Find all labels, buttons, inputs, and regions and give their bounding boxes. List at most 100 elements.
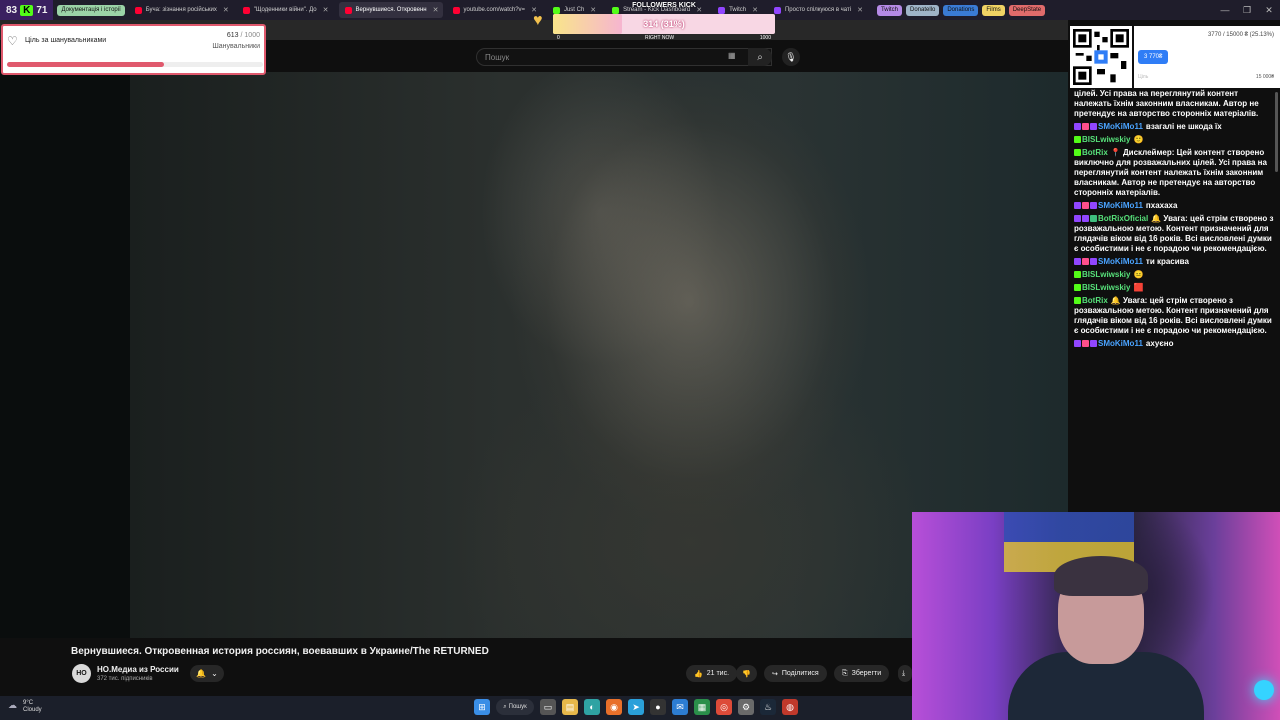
bookmark-group-chip[interactable]: Twitch	[876, 4, 902, 16]
followers-progress-track: 314 (31%)	[553, 14, 775, 34]
tick-min: 0	[557, 35, 560, 41]
chat-username[interactable]: BISLwiwskiy	[1082, 270, 1130, 279]
chat-username[interactable]: BISLwiwskiy	[1082, 283, 1130, 292]
chat-scrollbar[interactable]	[1275, 92, 1278, 172]
window-controls: — ❐ ✕	[1214, 0, 1280, 20]
save-button[interactable]: ⎘ Зберегти	[834, 665, 890, 682]
chat-message: BISLwiwskiy 🟥	[1068, 282, 1280, 295]
viewer-count-left: 83	[6, 4, 18, 16]
settings-icon[interactable]: ⚙	[738, 699, 754, 715]
tab-label: youtube.com/watch?v=	[463, 7, 526, 13]
chat-message: BISLwiwskiy 🙂	[1068, 134, 1280, 147]
spreadsheet-icon[interactable]: ▦	[694, 699, 710, 715]
windows-icon[interactable]: ⊞	[474, 699, 490, 715]
chrome-icon[interactable]: ◎	[716, 699, 732, 715]
chat-username[interactable]: SMoKiMo11	[1098, 257, 1143, 266]
chat-message: SMoKiMo11 пхахаха	[1068, 200, 1280, 213]
browser-tab[interactable]: "Щоденники війни". До ✕	[237, 2, 335, 18]
chat-username[interactable]: BISLwiwskiy	[1082, 135, 1130, 144]
minimize-button[interactable]: —	[1214, 0, 1236, 20]
close-tab-icon[interactable]: ✕	[433, 6, 439, 14]
bookmark-group-chip[interactable]: Films	[982, 4, 1005, 16]
followers-progress-label: 314 (31%)	[643, 19, 685, 29]
bookmark-group-chip[interactable]: DeepState	[1008, 4, 1046, 16]
user-badge-icon	[1074, 136, 1081, 143]
chat-message: BotRix 🔔 Увага: цей стрім створено з розв…	[1068, 295, 1280, 338]
tab-favicon-icon	[773, 6, 781, 14]
chat-text: 🙂	[1133, 135, 1144, 144]
taskbar-search[interactable]: ⌕ Пошук	[496, 699, 534, 715]
thumbs-up-icon: 👍	[694, 670, 703, 678]
donation-current-amount: 3 770₴	[1138, 50, 1169, 64]
chat-message: BotRix 📍 Дисклеймер: Цей контент створено…	[1068, 147, 1280, 200]
task-view-icon[interactable]: ▭	[540, 699, 556, 715]
dislike-button[interactable]: 👎	[736, 665, 757, 682]
save-label: Зберегти	[851, 670, 882, 677]
maximize-button[interactable]: ❐	[1236, 0, 1258, 20]
obs-icon[interactable]: ●	[650, 699, 666, 715]
chat-username[interactable]: BotRix	[1082, 148, 1108, 157]
browser-tab[interactable]: youtube.com/watch?v= ✕	[447, 2, 543, 18]
chat-username[interactable]: SMoKiMo11	[1098, 201, 1143, 210]
file-explorer-icon[interactable]: ▤	[562, 699, 578, 715]
browser-tab[interactable]: Вернувшиеся. Откровенн ✕	[338, 2, 443, 18]
search-icon: ⌕	[503, 703, 507, 710]
steam-icon[interactable]: ♨	[760, 699, 776, 715]
edge-icon[interactable]: ◐	[584, 699, 600, 715]
donation-goal-max: 15 000₴	[1255, 74, 1274, 80]
chat-text: ахуєно	[1145, 339, 1174, 348]
weather-temp: 9°C	[23, 700, 34, 706]
close-window-button[interactable]: ✕	[1258, 0, 1280, 20]
like-button[interactable]: 👍 21 тис.	[686, 665, 738, 682]
channel-name[interactable]: НО.Медиа из России	[97, 665, 179, 674]
user-badge-icon	[1090, 215, 1097, 222]
tab-group-chip[interactable]: Документація і історії	[57, 4, 125, 16]
browser-tab[interactable]: Бучa: зізнання російських ✕	[129, 2, 233, 18]
chat-username[interactable]: BotRixOficial	[1098, 214, 1148, 223]
voice-search-button[interactable]: 🎙	[782, 48, 800, 66]
subscriber-count: 372 тис. підписників	[97, 676, 153, 682]
user-badge-icon	[1074, 215, 1081, 222]
chat-username[interactable]: SMoKiMo11	[1098, 339, 1143, 348]
close-tab-icon[interactable]: ✕	[223, 6, 229, 14]
download-button[interactable]: ⤓	[898, 665, 912, 682]
search-icon: ⌕	[757, 51, 763, 63]
channel-avatar[interactable]: НО	[72, 664, 91, 683]
qr-pattern-icon	[1073, 29, 1129, 85]
user-badge-icon	[1082, 340, 1089, 347]
like-count: 21 тис.	[706, 670, 730, 677]
tab-label: Бучa: зізнання російських	[145, 7, 217, 13]
user-badge-icon	[1082, 123, 1089, 130]
mail-icon[interactable]: ✉	[672, 699, 688, 715]
goal-label: Ціль за шанувальниками	[25, 37, 107, 44]
telegram-icon[interactable]: ➤	[628, 699, 644, 715]
search-button[interactable]: ⌕	[748, 48, 772, 66]
bookmark-group-chip[interactable]: Donatello	[905, 4, 940, 16]
firefox-icon[interactable]: ◉	[606, 699, 622, 715]
weather-desc: Cloudy	[23, 707, 42, 713]
keyboard-icon[interactable]: ▦	[728, 51, 736, 60]
chat-username[interactable]: BotRix	[1082, 296, 1108, 305]
bell-icon: 🔔	[196, 669, 207, 678]
record-icon[interactable]: ◍	[782, 699, 798, 715]
bookmark-group-chip[interactable]: Donations	[943, 4, 979, 16]
subscribe-bell-button[interactable]: 🔔 ⌄	[190, 665, 224, 682]
video-title: Вернувшиеся. Откровенная история россиян…	[71, 646, 489, 657]
heart-icon: ♥	[533, 12, 543, 29]
user-badge-icon	[1074, 297, 1081, 304]
chat-username[interactable]: SMoKiMo11	[1098, 122, 1143, 131]
chat-text: 😐	[1133, 270, 1144, 279]
followers-kick-title: FOLLOWERS KICK	[632, 2, 696, 9]
close-tab-icon[interactable]: ✕	[857, 6, 863, 14]
browser-tab[interactable]: Просто спілкуюся в чаті ✕	[768, 2, 869, 18]
chat-text: ти красива	[1145, 257, 1189, 266]
close-tab-icon[interactable]: ✕	[323, 6, 329, 14]
tab-label: "Щоденники війни". До	[253, 7, 317, 13]
video-player[interactable]	[0, 72, 1068, 638]
kick-logo-icon: K	[20, 4, 34, 16]
tick-mid: RIGHT NOW	[645, 35, 675, 41]
share-button[interactable]: ↪ Поділитися	[764, 665, 827, 682]
chat-panel: цілей. Усі права на переглянутий контент…	[1068, 88, 1280, 512]
tick-max: 1000	[759, 35, 771, 41]
chat-message-list: цілей. Усі права на переглянутий контент…	[1068, 88, 1280, 351]
